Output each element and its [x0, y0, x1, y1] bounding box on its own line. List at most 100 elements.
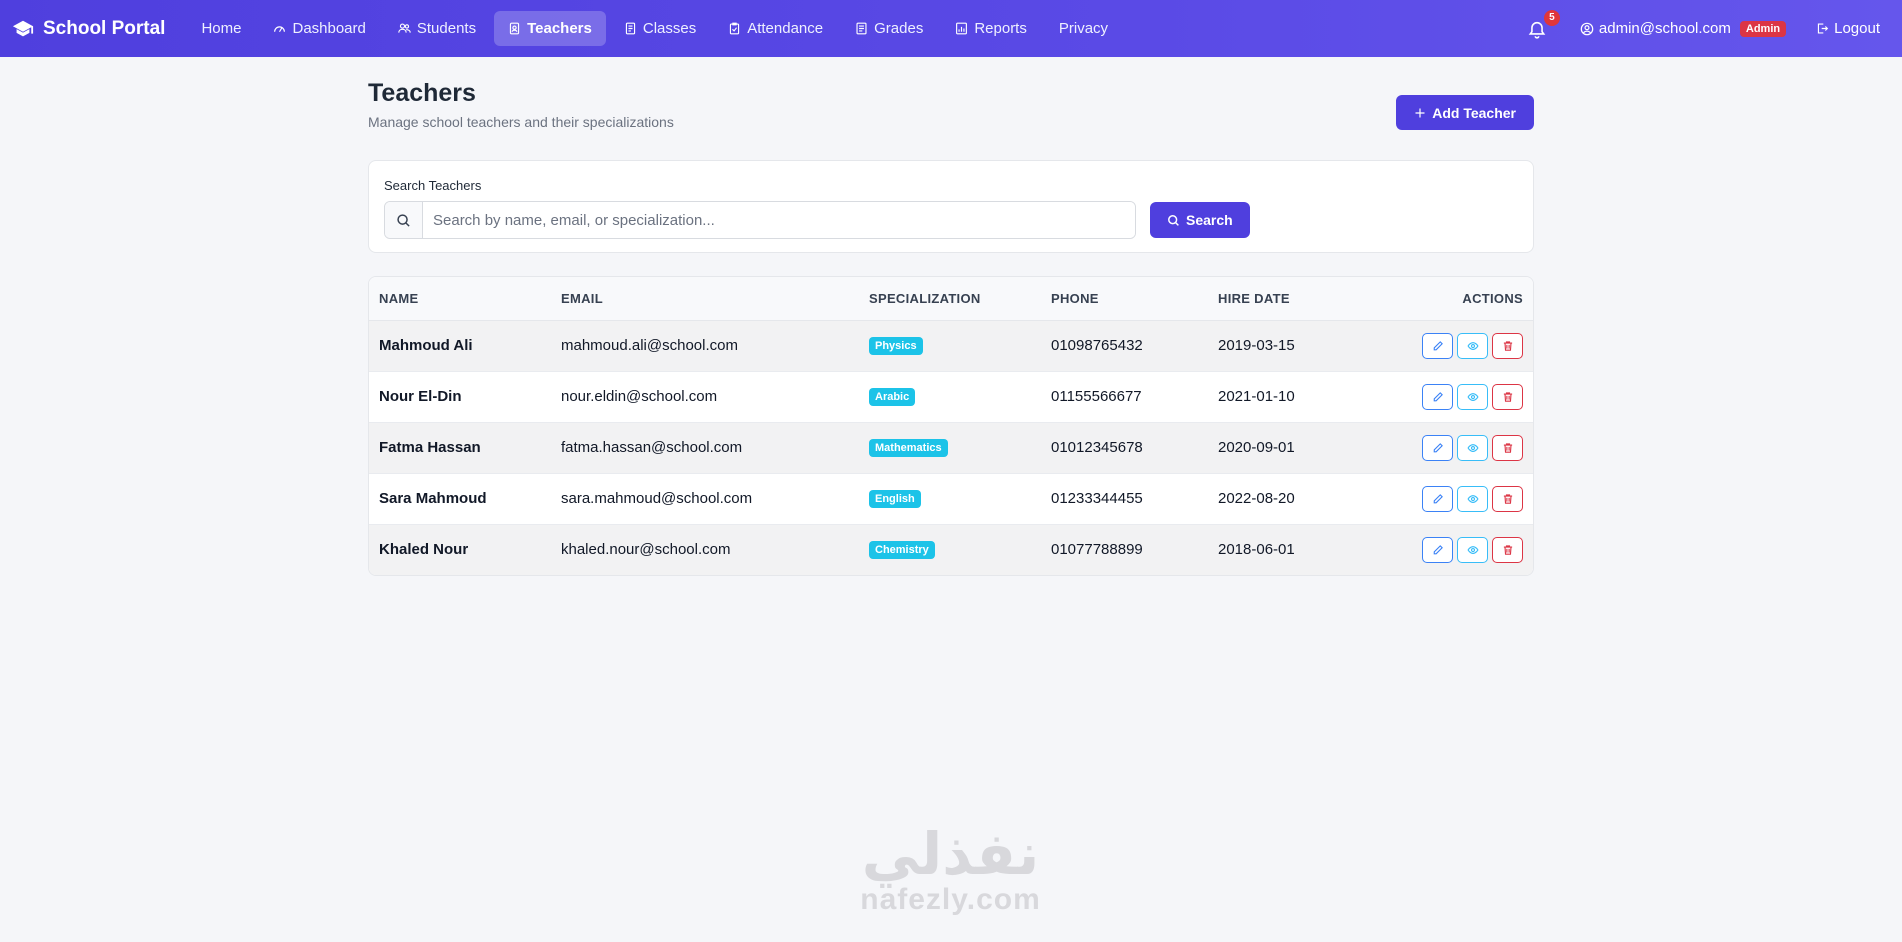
trash-icon: [1503, 545, 1512, 555]
table-row: Khaled Nour khaled.nour@school.com Chemi…: [369, 524, 1533, 575]
table-row: Fatma Hassan fatma.hassan@school.com Mat…: [369, 422, 1533, 474]
pencil-icon: [1433, 544, 1443, 555]
edit-button[interactable]: [1422, 536, 1453, 563]
search-input-group: [384, 201, 1136, 239]
nav-item-reports[interactable]: Reports: [941, 11, 1041, 46]
view-button[interactable]: [1457, 383, 1488, 410]
logout-label: Logout: [1834, 20, 1880, 37]
table-row: Sara Mahmoud sara.mahmoud@school.com Eng…: [369, 473, 1533, 525]
nav-item-label: Teachers: [527, 20, 592, 37]
user-email: admin@school.com: [1598, 20, 1731, 37]
book-icon: [625, 22, 635, 35]
nav-item-dashboard[interactable]: Dashboard: [259, 11, 379, 46]
teacher-email: fatma.hassan@school.com: [551, 422, 859, 474]
column-header-phone: PHONE: [1041, 277, 1208, 321]
pencil-icon: [1433, 493, 1443, 503]
specialization-badge: Arabic: [869, 388, 916, 406]
add-teacher-button[interactable]: Add Teacher: [1396, 95, 1534, 130]
column-header-name: NAME: [369, 277, 551, 321]
nav-item-label: Students: [416, 20, 477, 37]
teacher-hire-date: 2018-06-01: [1208, 524, 1375, 575]
column-header-actions: ACTIONS: [1375, 277, 1533, 321]
nav-item-label: Attendance: [747, 20, 824, 37]
teacher-name: Mahmoud Ali: [369, 320, 551, 372]
table-body: Mahmoud Ali mahmoud.ali@school.com Physi…: [369, 320, 1533, 575]
search-input[interactable]: [423, 202, 1135, 238]
eye-icon: [1466, 494, 1479, 503]
nav-item-privacy[interactable]: Privacy: [1045, 11, 1122, 46]
edit-button[interactable]: [1422, 332, 1453, 359]
delete-button[interactable]: [1492, 485, 1523, 512]
delete-button[interactable]: [1492, 332, 1523, 359]
eye-icon: [1466, 392, 1479, 401]
speedometer-icon: [274, 26, 286, 33]
teacher-specialization-cell: Physics: [859, 320, 1041, 372]
specialization-badge: Physics: [869, 337, 923, 355]
watermark-arabic: نفذلي: [861, 822, 1040, 887]
teacher-email: sara.mahmoud@school.com: [551, 473, 859, 525]
teacher-phone: 01012345678: [1041, 422, 1208, 474]
table-row: Nour El-Din nour.eldin@school.com Arabic…: [369, 371, 1533, 423]
brand[interactable]: School Portal: [12, 18, 165, 40]
specialization-badge: English: [869, 490, 921, 508]
nav-item-label: Grades: [874, 20, 924, 37]
graduation-cap-icon: [12, 20, 34, 36]
bell-icon: [1528, 21, 1546, 39]
column-header-hire-date: HIRE DATE: [1208, 277, 1375, 321]
person-badge-icon: [509, 22, 520, 35]
view-button[interactable]: [1457, 485, 1488, 512]
edit-button[interactable]: [1422, 383, 1453, 410]
user-menu[interactable]: admin@school.com Admin: [1580, 20, 1787, 37]
row-actions: [1375, 371, 1533, 423]
clipboard-check-icon: [730, 22, 740, 35]
main-content: Teachers Manage school teachers and thei…: [368, 57, 1534, 576]
teacher-specialization-cell: Chemistry: [859, 524, 1041, 575]
plus-icon: [1415, 108, 1425, 117]
logout-button[interactable]: Logout: [1816, 20, 1880, 37]
nav-item-classes[interactable]: Classes: [610, 11, 710, 46]
row-actions: [1375, 422, 1533, 474]
search-card: Search Teachers Search: [368, 160, 1534, 253]
teacher-phone: 01077788899: [1041, 524, 1208, 575]
teachers-table-card: NAME EMAIL SPECIALIZATION PHONE HIRE DAT…: [368, 276, 1534, 576]
add-teacher-label: Add Teacher: [1432, 104, 1516, 121]
trash-icon: [1503, 442, 1512, 453]
search-button[interactable]: Search: [1150, 202, 1250, 238]
trash-icon: [1503, 391, 1512, 402]
notifications-button[interactable]: 5: [1528, 9, 1560, 40]
teacher-email: mahmoud.ali@school.com: [551, 320, 859, 372]
delete-button[interactable]: [1492, 434, 1523, 461]
nav-item-students[interactable]: Students: [384, 11, 490, 46]
nav-item-teachers[interactable]: Teachers: [494, 11, 606, 46]
nav-item-grades[interactable]: Grades: [841, 11, 937, 46]
nav-item-attendance[interactable]: Attendance: [714, 11, 837, 46]
watermark-latin: nafezly.com: [860, 883, 1041, 916]
edit-button[interactable]: [1422, 434, 1453, 461]
teacher-name: Fatma Hassan: [369, 422, 551, 474]
column-header-email: EMAIL: [551, 277, 859, 321]
logout-icon: [1817, 23, 1829, 34]
teacher-hire-date: 2019-03-15: [1208, 320, 1375, 372]
watermark-logo: نفذلي nafezly.com: [843, 826, 1058, 916]
eye-icon: [1466, 545, 1479, 554]
teacher-hire-date: 2021-01-10: [1208, 371, 1375, 423]
view-button[interactable]: [1457, 332, 1488, 359]
nav-item-label: Dashboard: [292, 20, 366, 37]
teacher-email: nour.eldin@school.com: [551, 371, 859, 423]
edit-button[interactable]: [1422, 485, 1453, 512]
delete-button[interactable]: [1492, 536, 1523, 563]
people-icon: [398, 23, 411, 33]
brand-name: School Portal: [43, 17, 166, 39]
nav-menu: Home Dashboard Students Teachers Classes…: [187, 11, 1122, 46]
page-title: Teachers: [368, 79, 476, 107]
nav-item-label: Reports: [974, 20, 1027, 37]
teacher-name: Sara Mahmoud: [369, 473, 551, 525]
search-label: Search Teachers: [384, 178, 482, 193]
view-button[interactable]: [1457, 536, 1488, 563]
teacher-hire-date: 2022-08-20: [1208, 473, 1375, 525]
delete-button[interactable]: [1492, 383, 1523, 410]
user-circle-icon: [1580, 22, 1594, 35]
view-button[interactable]: [1457, 434, 1488, 461]
nav-item-home[interactable]: Home: [187, 11, 255, 46]
row-actions: [1375, 320, 1533, 372]
